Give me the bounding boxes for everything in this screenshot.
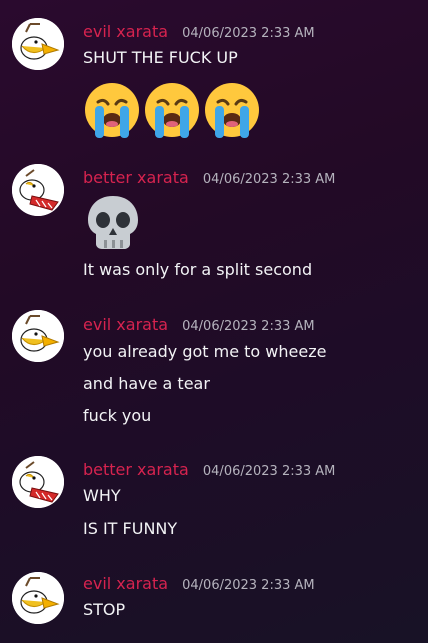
username[interactable]: evil xarata bbox=[83, 315, 168, 334]
timestamp: 04/06/2023 2:33 AM bbox=[182, 26, 315, 41]
timestamp: 04/06/2023 2:33 AM bbox=[182, 578, 315, 593]
loudly-crying-face-icon[interactable] bbox=[202, 80, 262, 140]
avatar[interactable] bbox=[12, 572, 64, 624]
username[interactable]: evil xarata bbox=[83, 22, 168, 41]
emoji-row bbox=[82, 80, 262, 140]
avatar[interactable] bbox=[12, 456, 64, 508]
message-text: fuck you bbox=[83, 406, 152, 425]
duck-avatar-icon bbox=[12, 572, 64, 624]
message-text: and have a tear bbox=[83, 374, 210, 393]
avatar[interactable] bbox=[12, 310, 64, 362]
loudly-crying-face-icon[interactable] bbox=[82, 80, 142, 140]
username[interactable]: evil xarata bbox=[83, 574, 168, 593]
duck-avatar-icon bbox=[12, 310, 64, 362]
message-text: SHUT THE FUCK UP bbox=[83, 48, 238, 67]
duck-avatar-icon bbox=[12, 456, 64, 508]
message-text: STOP bbox=[83, 600, 126, 619]
message-text: IS IT FUNNY bbox=[83, 519, 178, 538]
username[interactable]: better xarata bbox=[83, 168, 189, 187]
timestamp: 04/06/2023 2:33 AM bbox=[202, 464, 336, 479]
duck-avatar-icon bbox=[12, 18, 64, 70]
message-text: WHY bbox=[83, 486, 121, 505]
avatar[interactable] bbox=[12, 18, 64, 70]
message-text: It was only for a split second bbox=[83, 260, 313, 279]
username[interactable]: better xarata bbox=[83, 460, 189, 479]
avatar[interactable] bbox=[12, 164, 64, 216]
timestamp: 04/06/2023 2:33 AM bbox=[202, 172, 336, 187]
loudly-crying-face-icon[interactable] bbox=[142, 80, 202, 140]
timestamp: 04/06/2023 2:33 AM bbox=[182, 319, 315, 334]
duck-avatar-icon bbox=[12, 164, 64, 216]
skull-icon[interactable] bbox=[84, 192, 142, 252]
message-text: you already got me to wheeze bbox=[83, 342, 327, 361]
